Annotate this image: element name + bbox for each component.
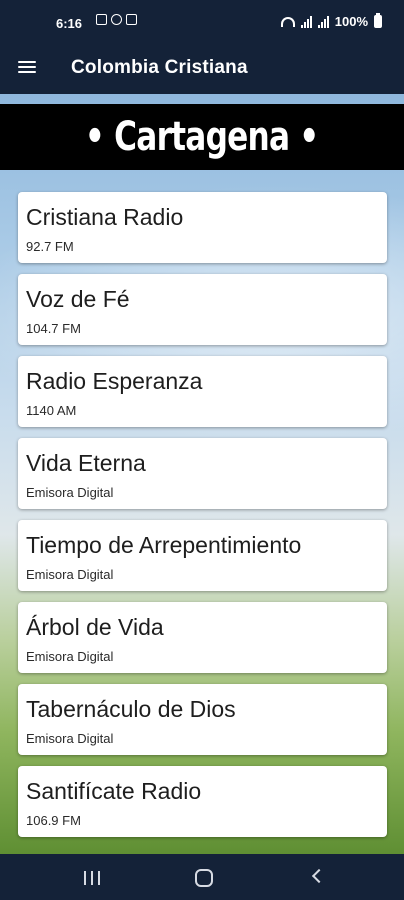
- station-card[interactable]: Tiempo de Arrepentimiento Emisora Digita…: [18, 520, 387, 591]
- signal-icon-2: [317, 15, 329, 28]
- image-notification-icon: [96, 14, 107, 25]
- station-name: Tabernáculo de Dios: [26, 696, 236, 722]
- recents-icon[interactable]: [84, 871, 100, 885]
- station-frequency: Emisora Digital: [26, 567, 114, 582]
- banner-text: • Cartagena •: [85, 114, 319, 160]
- station-frequency: Emisora Digital: [26, 649, 114, 664]
- status-bar: 6:16 100%: [0, 0, 404, 44]
- system-nav-bar: [0, 854, 404, 900]
- content-area[interactable]: • Cartagena • Cristiana Radio 92.7 FM Vo…: [0, 94, 404, 854]
- station-card[interactable]: Tabernáculo de Dios Emisora Digital: [18, 684, 387, 755]
- status-right: 100%: [280, 13, 382, 29]
- station-card[interactable]: Árbol de Vida Emisora Digital: [18, 602, 387, 673]
- station-name: Cristiana Radio: [26, 204, 184, 230]
- back-icon[interactable]: [311, 868, 327, 884]
- station-card[interactable]: Vida Eterna Emisora Digital: [18, 438, 387, 509]
- station-name: Voz de Fé: [26, 286, 130, 312]
- station-list[interactable]: Cristiana Radio 92.7 FM Voz de Fé 104.7 …: [18, 192, 387, 848]
- app-notification-icon: [126, 14, 137, 25]
- app-title: Colombia Cristiana: [71, 57, 248, 78]
- battery-icon: [374, 13, 382, 28]
- station-name: Árbol de Vida: [26, 614, 164, 640]
- station-card[interactable]: Radio Esperanza 1140 AM: [18, 356, 387, 427]
- station-frequency: 106.9 FM: [26, 813, 81, 828]
- link-notification-icon: [111, 14, 122, 25]
- station-frequency: Emisora Digital: [26, 731, 114, 746]
- wifi-icon: [280, 16, 295, 27]
- station-frequency: 1140 AM: [26, 403, 77, 418]
- station-frequency: Emisora Digital: [26, 485, 114, 500]
- station-name: Vida Eterna: [26, 450, 146, 476]
- station-name: Radio Esperanza: [26, 368, 203, 394]
- app-bar: Colombia Cristiana: [0, 44, 404, 94]
- station-frequency: 92.7 FM: [26, 239, 74, 254]
- station-card[interactable]: Voz de Fé 104.7 FM: [18, 274, 387, 345]
- station-name: Santifícate Radio: [26, 778, 202, 804]
- notification-icons: [96, 14, 137, 25]
- station-frequency: 104.7 FM: [26, 321, 81, 336]
- battery-percent: 100%: [334, 14, 368, 29]
- hamburger-menu-icon[interactable]: [18, 58, 38, 78]
- signal-icon-1: [300, 15, 312, 28]
- station-card[interactable]: Santifícate Radio 106.9 FM: [18, 766, 387, 837]
- home-icon[interactable]: [195, 869, 213, 887]
- station-name: Tiempo de Arrepentimiento: [26, 532, 302, 558]
- city-banner: • Cartagena •: [0, 104, 404, 170]
- status-time: 6:16: [56, 16, 83, 31]
- station-card[interactable]: Cristiana Radio 92.7 FM: [18, 192, 387, 263]
